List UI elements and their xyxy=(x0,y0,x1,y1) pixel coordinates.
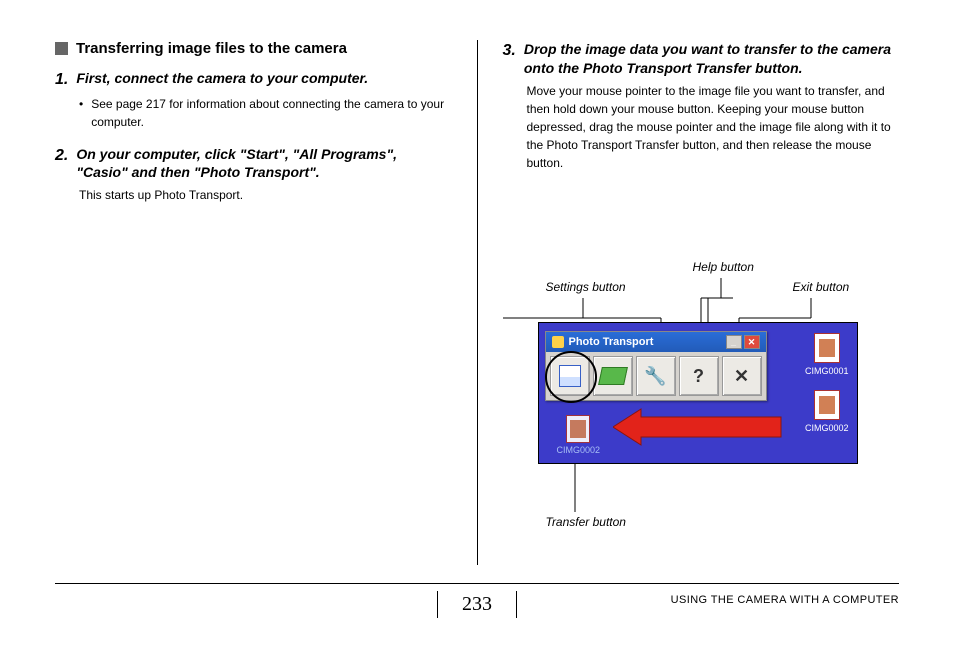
step-3-number: 3. xyxy=(503,40,516,78)
step-1-bullet: See page 217 for information about conne… xyxy=(91,95,451,131)
step-1-number: 1. xyxy=(55,69,68,91)
wrench-icon: 🔧 xyxy=(644,366,666,387)
file-cimg0002[interactable]: CIMG0002 xyxy=(805,390,849,433)
window-title-text: Photo Transport xyxy=(569,336,654,348)
window-body: 🔧 ? ✕ xyxy=(546,352,766,400)
app-icon xyxy=(552,336,564,348)
step-2-number: 2. xyxy=(55,145,68,183)
section-heading: Transferring image files to the camera xyxy=(55,40,452,57)
square-bullet-icon xyxy=(55,42,68,55)
capture-button[interactable] xyxy=(593,356,633,396)
capture-icon xyxy=(598,367,628,385)
file-icon xyxy=(814,333,840,363)
step-1-title: First, connect the camera to your comput… xyxy=(76,69,368,91)
question-icon: ? xyxy=(693,366,704,387)
step-1-head: 1. First, connect the camera to your com… xyxy=(55,69,452,91)
step-1: 1. First, connect the camera to your com… xyxy=(55,69,452,131)
bullet-icon: • xyxy=(79,95,83,131)
drag-arrow-icon xyxy=(613,405,783,449)
step-2-head: 2. On your computer, click "Start", "All… xyxy=(55,145,452,183)
step-3-head: 3. Drop the image data you want to trans… xyxy=(503,40,900,78)
file-caption: CIMG0002 xyxy=(805,423,849,433)
window-controls: _ ✕ xyxy=(726,335,760,349)
desktop-icons: CIMG0001 CIMG0002 xyxy=(805,333,849,433)
page-content: Transferring image files to the camera 1… xyxy=(0,0,954,565)
heading-text: Transferring image files to the camera xyxy=(76,40,347,57)
column-right: 3. Drop the image data you want to trans… xyxy=(477,40,900,565)
photo-transport-window: Photo Transport _ ✕ 🔧 xyxy=(545,331,767,401)
file-cimg0001[interactable]: CIMG0001 xyxy=(805,333,849,376)
screenshot-figure: Photo Transport _ ✕ 🔧 xyxy=(538,322,858,464)
help-button[interactable]: ? xyxy=(679,356,719,396)
step-1-body: • See page 217 for information about con… xyxy=(55,95,452,131)
footer-section-title: USING THE CAMERA WITH A COMPUTER xyxy=(671,594,899,606)
minimize-button[interactable]: _ xyxy=(726,335,742,349)
label-settings: Settings button xyxy=(546,280,626,294)
step-3-body: Move your mouse pointer to the image fil… xyxy=(503,82,900,172)
footer-row: 233 USING THE CAMERA WITH A COMPUTER xyxy=(55,590,899,618)
label-exit: Exit button xyxy=(793,280,850,294)
step-3-title: Drop the image data you want to transfer… xyxy=(524,40,899,78)
window-titlebar: Photo Transport _ ✕ xyxy=(546,332,766,352)
footer-rule xyxy=(55,583,899,584)
exit-button[interactable]: ✕ xyxy=(722,356,762,396)
step-3: 3. Drop the image data you want to trans… xyxy=(503,40,900,172)
x-icon: ✕ xyxy=(734,366,749,387)
file-icon xyxy=(566,415,590,443)
file-icon xyxy=(814,390,840,420)
label-transfer: Transfer button xyxy=(546,515,626,529)
step-2: 2. On your computer, click "Start", "All… xyxy=(55,145,452,205)
page-number: 233 xyxy=(437,591,517,618)
close-button[interactable]: ✕ xyxy=(744,335,760,349)
step-2-title: On your computer, click "Start", "All Pr… xyxy=(76,145,451,183)
page-footer: 233 USING THE CAMERA WITH A COMPUTER xyxy=(55,583,899,618)
file-caption: CIMG0001 xyxy=(805,366,849,376)
step-2-body: This starts up Photo Transport. xyxy=(55,186,452,204)
settings-button[interactable]: 🔧 xyxy=(636,356,676,396)
image-icon xyxy=(559,365,581,387)
dragged-file: CIMG0002 xyxy=(557,415,601,455)
column-left: Transferring image files to the camera 1… xyxy=(55,40,477,565)
file-caption: CIMG0002 xyxy=(557,445,601,455)
label-help: Help button xyxy=(693,260,754,274)
transfer-button[interactable] xyxy=(550,356,590,396)
